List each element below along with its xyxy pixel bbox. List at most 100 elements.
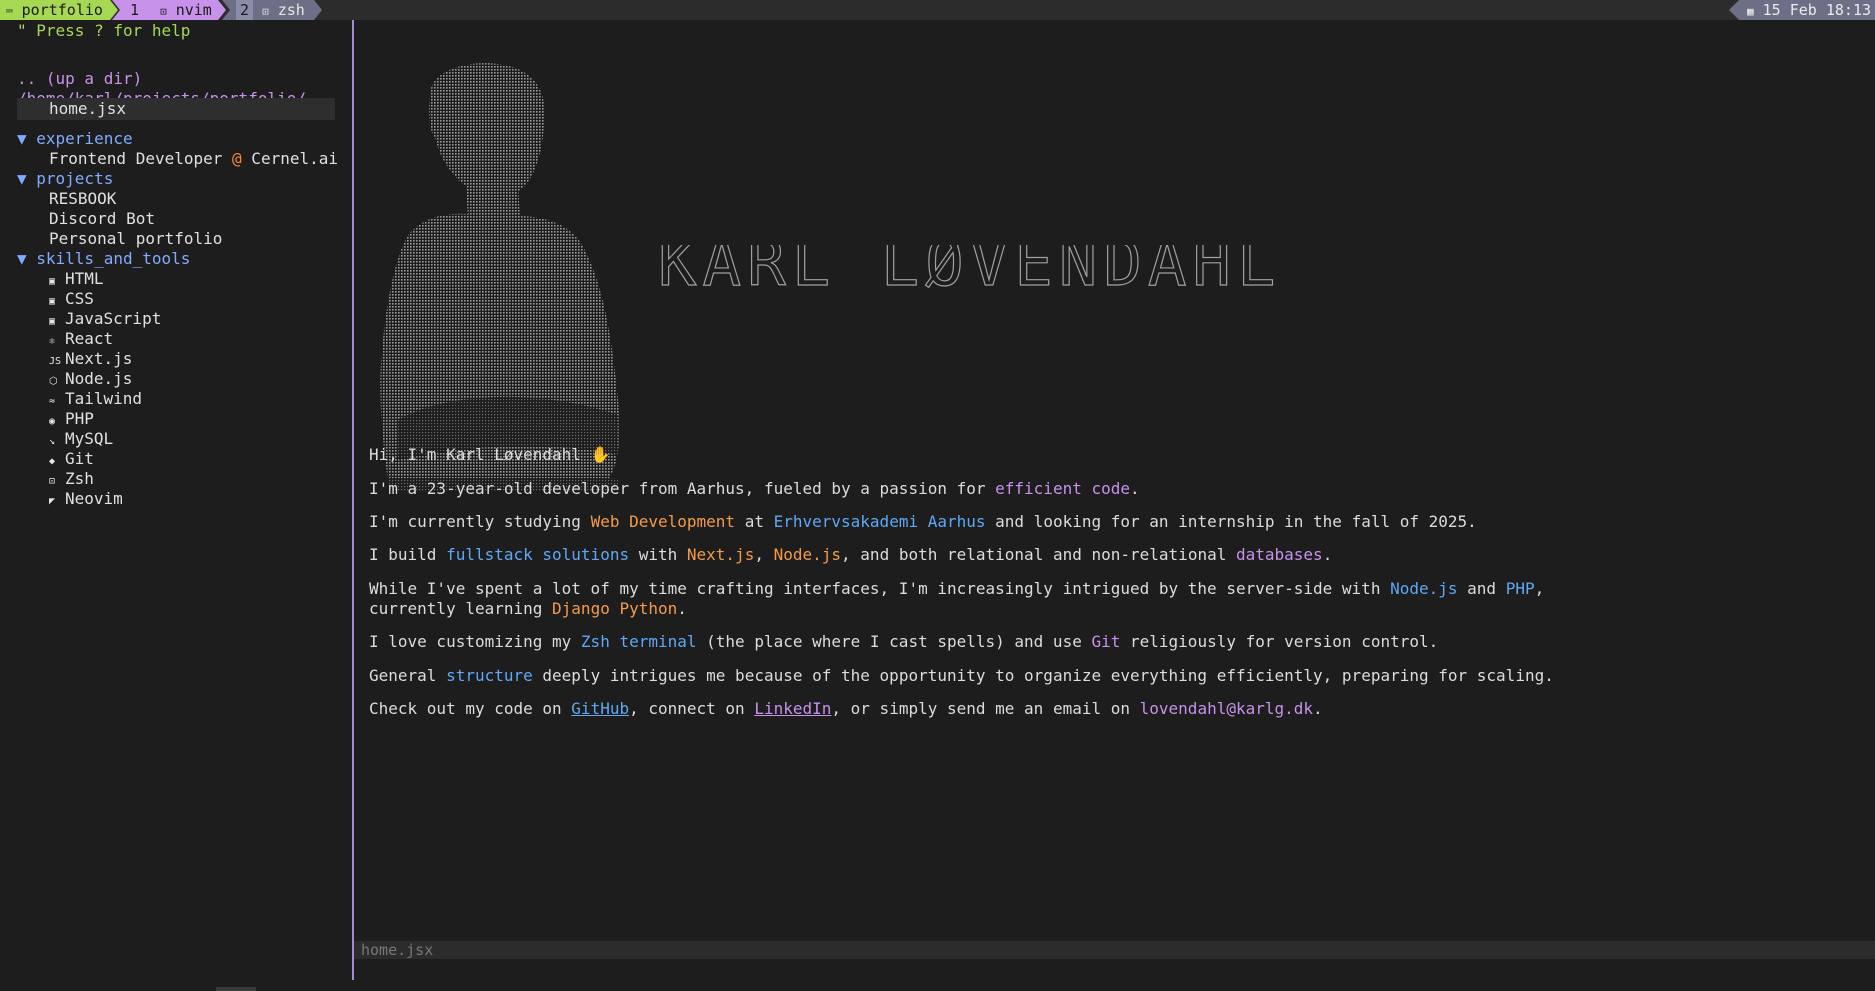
tree-item-skill[interactable]: ⊡ Zsh [49, 468, 94, 490]
tree-dir-skills[interactable]: ▼ skills_and_tools [17, 248, 190, 270]
linkedin-link[interactable]: LinkedIn [754, 699, 831, 718]
scroll-indicator [216, 987, 256, 991]
tree-item-skill[interactable]: ▣ CSS [49, 288, 94, 310]
text: I'm currently studying [369, 512, 591, 531]
highlight-php: PHP [1505, 579, 1535, 598]
text: While I've spent a lot of my time crafti… [369, 579, 1391, 598]
tree-up-dir[interactable]: .. (up a dir) [17, 68, 142, 90]
text: and looking for an internship in the fal… [985, 512, 1477, 531]
highlight-structure: structure [446, 666, 533, 685]
tree-item-skill[interactable]: ⬡ Node.js [49, 368, 132, 390]
tree-item-skill[interactable]: JS Next.js [49, 348, 132, 370]
skill-label: Next.js [65, 349, 133, 368]
text: I build [369, 545, 447, 564]
file-tree: " Press ? for help .. (up a dir) /home/k… [0, 20, 350, 980]
paragraph-6: General structure deeply intrigues me be… [369, 664, 1554, 688]
tree-item-skill[interactable]: ◤ Neovim [49, 488, 123, 510]
company: Cernel.ai [241, 149, 338, 168]
text: I'm a 23-year-old developer from Aarhus,… [369, 479, 996, 498]
highlight-git: Git [1091, 632, 1121, 651]
text: . [677, 599, 687, 618]
tmux-session[interactable]: ⌨ portfolio [0, 0, 118, 20]
tree-help: " Press ? for help [17, 21, 191, 40]
date-text: 15 Feb 18:13 [1762, 1, 1872, 19]
text: deeply intrigues me because of the oppor… [532, 666, 1554, 685]
tmux-date: ▦ 15 Feb 18:13 [1729, 0, 1875, 20]
skill-label: React [65, 329, 114, 348]
skill-label: Git [65, 449, 94, 468]
highlight-web-development: Web Development [590, 512, 736, 531]
skill-label: MySQL [65, 429, 114, 448]
text: . [1130, 479, 1140, 498]
editor-statusline: home.jsx [354, 941, 1875, 959]
skill-label: Node.js [65, 369, 133, 388]
highlight-school: Erhvervsakademi Aarhus [773, 512, 986, 531]
highlight-fullstack: fullstack solutions [446, 545, 630, 564]
window-number: 1 [130, 1, 140, 19]
tree-item-project[interactable]: Personal portfolio [49, 228, 222, 250]
window-number: 2 [236, 0, 254, 20]
paragraph-7: Check out my code on GitHub, connect on … [369, 697, 1323, 721]
skill-label: JavaScript [65, 309, 162, 328]
calendar-icon: ▦ [1747, 5, 1754, 18]
skill-label: PHP [65, 409, 94, 428]
highlight-nextjs: Next.js [686, 545, 755, 564]
paragraph-4-cont: currently learning Django Python. [369, 597, 687, 621]
tree-item-skill[interactable]: ≈ Tailwind [49, 388, 142, 410]
tree-file-home[interactable]: home.jsx [49, 98, 126, 120]
greeting-line: Hi, I'm Karl Løvendahl ✋ [369, 443, 610, 467]
highlight-nodejs: Node.js [773, 545, 842, 564]
window-label: zsh [277, 1, 305, 19]
tree-dir-projects[interactable]: ▼ projects [17, 168, 113, 190]
tmux-window-2[interactable]: 2 ⊡ zsh [222, 0, 322, 20]
ascii-name-text: KARL LØVENDAHL [658, 245, 1281, 301]
skill-label: Tailwind [65, 389, 143, 408]
text: . [1313, 699, 1323, 718]
text: (the place where I cast spells) and use [696, 632, 1092, 651]
paragraph-2: I'm currently studying Web Development a… [369, 510, 1477, 534]
terminal-icon: ⊡ [262, 5, 269, 18]
tmux-status-bar: ⌨ portfolio 1 ⊡ nvim 2 ⊡ zsh ▦ 15 Feb 18… [0, 0, 1875, 20]
paragraph-3: I build fullstack solutions with Next.js… [369, 543, 1332, 567]
editor-pane: KARL LØVENDAHL Hi, I'm Karl Løvendahl ✋ … [354, 20, 1875, 981]
text: currently learning [369, 599, 553, 618]
ascii-name-banner: KARL LØVENDAHL [657, 245, 1281, 302]
text: , [1534, 579, 1545, 598]
text: religiously for version control. [1120, 632, 1439, 651]
at-sign: @ [232, 149, 242, 168]
tree-item-skill[interactable]: ▣ HTML [49, 268, 104, 290]
tree-item-skill[interactable]: ◉ PHP [49, 408, 94, 430]
highlight-django: Django Python [552, 599, 678, 618]
tree-item-project[interactable]: Discord Bot [49, 208, 155, 230]
wave-icon: ✋ [590, 445, 611, 464]
keyboard-icon: ⌨ [6, 5, 13, 18]
email-link[interactable]: lovendahl@karlg.dk [1140, 699, 1313, 718]
highlight-zsh: Zsh terminal [580, 632, 697, 651]
skill-label: HTML [65, 269, 104, 288]
tree-item-project[interactable]: RESBOOK [49, 188, 116, 210]
window-label: nvim [175, 1, 212, 19]
statusline-filename: home.jsx [361, 941, 434, 959]
neovim-icon: ◤ [49, 496, 56, 507]
paragraph-5: I love customizing my Zsh terminal (the … [369, 630, 1438, 654]
tree-dir-experience[interactable]: ▼ experience [17, 128, 133, 150]
text: , connect on [629, 699, 755, 718]
job-title: Frontend Developer [49, 149, 233, 168]
text: . [1322, 545, 1333, 564]
text: , or simply send me an email on [831, 699, 1140, 718]
text: with [629, 545, 687, 564]
tmux-window-1[interactable]: 1 ⊡ nvim [112, 0, 226, 20]
highlight-databases: databases [1235, 545, 1323, 564]
tree-item-experience[interactable]: Frontend Developer @ Cernel.ai [49, 148, 338, 170]
tree-item-skill[interactable]: ◆ Git [49, 448, 94, 470]
text: Check out my code on [369, 699, 572, 718]
tree-item-skill[interactable]: ▣ JavaScript [49, 308, 161, 330]
skill-label: Zsh [65, 469, 94, 488]
tree-item-skill[interactable]: ↘ MySQL [49, 428, 113, 450]
text: and [1457, 579, 1506, 598]
text: , and both relational and non-relational [841, 545, 1236, 564]
tree-item-skill[interactable]: ⚛ React [49, 328, 113, 350]
paragraph-1: I'm a 23-year-old developer from Aarhus,… [369, 477, 1140, 501]
github-link[interactable]: GitHub [571, 699, 629, 718]
highlight-nodejs: Node.js [1390, 579, 1458, 598]
